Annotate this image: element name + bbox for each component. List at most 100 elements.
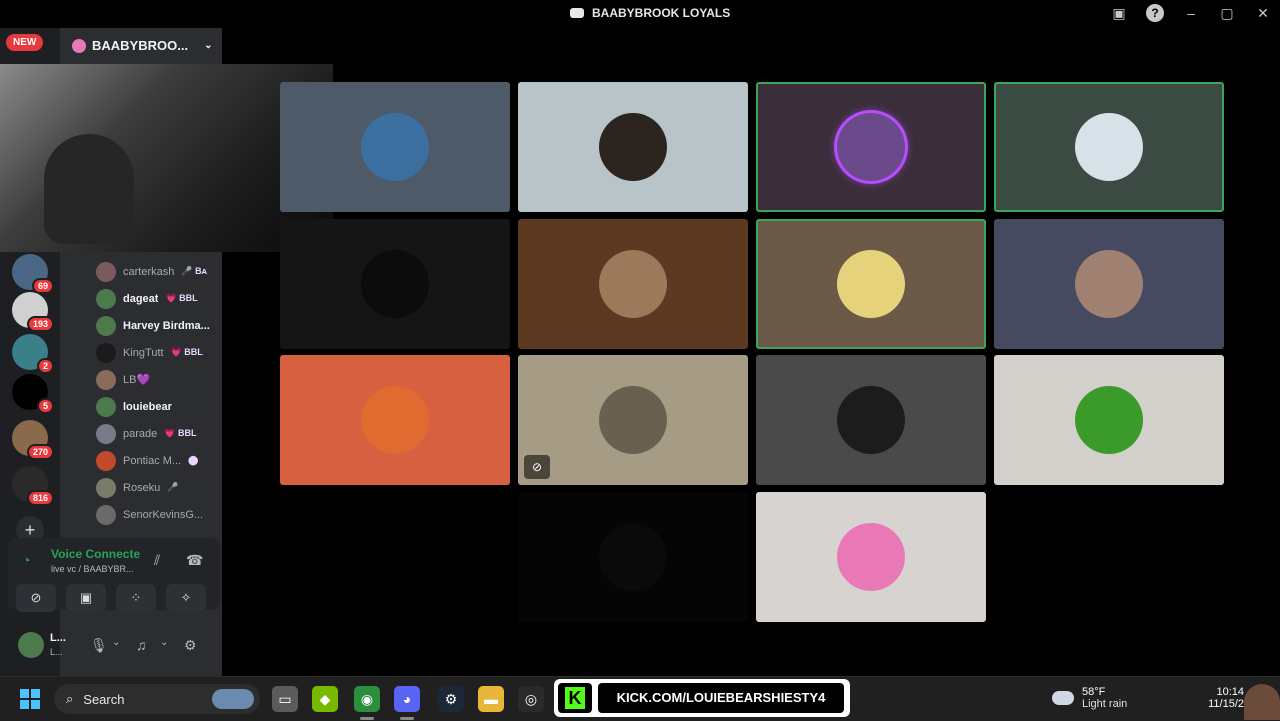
avatar [96, 396, 116, 417]
search-highlight-icon [212, 689, 254, 709]
camera-button[interactable]: ⊘ [16, 584, 56, 612]
participant-tile[interactable] [280, 82, 510, 212]
server-icon[interactable]: 270 [12, 420, 54, 460]
member-tag: ⬤ [188, 455, 199, 465]
avatar [837, 523, 905, 591]
kick-logo-icon: K [558, 683, 592, 713]
avatar [96, 261, 116, 282]
list-item[interactable]: KingTutt 💗 BBL [96, 339, 222, 366]
list-item[interactable]: Pontiac M... ⬤ [96, 447, 222, 474]
gear-icon[interactable]: ⚙ [184, 637, 197, 654]
list-item[interactable]: SenorKevinsG... [96, 501, 222, 528]
avatar [96, 342, 116, 363]
windows-start-icon[interactable] [20, 689, 40, 709]
participant-tile[interactable] [994, 355, 1224, 485]
server-icon[interactable]: 2 [12, 334, 54, 374]
weather-desc: Light rain [1082, 698, 1128, 710]
headphones-icon[interactable]: ♫ [136, 637, 147, 653]
kick-url: KICK.COM/LOUIEBEARSHIESTY4 [598, 683, 844, 713]
clock-date: 11/15/2 [1208, 698, 1244, 710]
taskbar-search[interactable]: ⌕ Search [54, 684, 260, 714]
server-badge: 69 [31, 278, 54, 294]
close-icon[interactable]: ✕ [1254, 5, 1272, 22]
participant-tile[interactable] [518, 492, 748, 622]
member-name: louiebear [123, 400, 172, 413]
list-item[interactable]: carterkash 🎤 Bᴀ [96, 258, 222, 285]
folder-icon[interactable]: ▬ [478, 686, 504, 712]
soundboard-button[interactable]: ✧ [166, 584, 206, 612]
member-tag: 💗 BBL [164, 428, 197, 438]
participant-tile[interactable] [756, 219, 986, 349]
voice-connection-panel: ◔ Voice Connecte live vc / BAABYBR... ⫽ … [8, 538, 220, 612]
discord-icon[interactable]: ◕ [394, 686, 420, 712]
nvidia-icon[interactable]: ◆ [312, 686, 338, 712]
noise-suppression-icon[interactable]: ⫽ [154, 552, 160, 569]
maximize-icon[interactable]: ▢ [1218, 5, 1236, 22]
activities-button[interactable]: ⁘ [116, 584, 156, 612]
user-status: L... [50, 647, 63, 657]
avatar [1075, 113, 1143, 181]
help-icon[interactable]: ? [1146, 4, 1164, 22]
window-title-text: BAABYBROOK LOYALS [592, 6, 731, 20]
screen-share-button[interactable]: ▣ [66, 584, 106, 612]
participant-tile[interactable] [518, 219, 748, 349]
participant-tile[interactable] [994, 82, 1224, 212]
member-name: carterkash [123, 265, 175, 278]
streamer-silhouette [44, 134, 134, 244]
server-icon[interactable]: 816 [12, 466, 54, 506]
kick-banner: K KICK.COM/LOUIEBEARSHIESTY4 [554, 679, 850, 717]
user-name: L... [50, 632, 66, 644]
cloud-rain-icon [1052, 691, 1074, 705]
participant-tile[interactable] [994, 219, 1224, 349]
microphone-icon[interactable]: 🎙 [90, 637, 108, 654]
list-item[interactable]: Roseku 🎤 [96, 474, 222, 501]
list-item[interactable]: dageat 💗 BBL [96, 285, 222, 312]
weather-widget[interactable]: 58°F Light rain [1052, 686, 1127, 710]
server-header[interactable]: BAABYBROO... ⌄ [72, 38, 212, 53]
avatar [1075, 386, 1143, 454]
participant-tile[interactable] [518, 82, 748, 212]
list-item[interactable]: LB💜 [96, 366, 222, 393]
participant-tile[interactable]: ⊘ [518, 355, 748, 485]
member-name: SenorKevinsG... [123, 508, 204, 521]
server-icon [72, 38, 86, 53]
disconnect-icon[interactable]: ☎ [186, 552, 203, 569]
member-tag: 🎤 [167, 482, 179, 492]
participant-tile[interactable] [756, 355, 986, 485]
participant-tile[interactable] [756, 492, 986, 622]
chevron-down-icon[interactable]: ⌄ [112, 637, 120, 648]
voice-channel[interactable]: live vc / BAABYBR... [51, 564, 134, 574]
member-tag: 💗 BBL [165, 293, 198, 303]
server-icon[interactable]: 5 [12, 374, 54, 414]
inbox-icon[interactable]: ▣ [1110, 5, 1128, 22]
avatar [361, 386, 429, 454]
server-badge: 2 [36, 358, 54, 374]
chevron-down-icon[interactable]: ⌄ [160, 637, 168, 648]
avatar [361, 250, 429, 318]
server-icon[interactable]: 193 [12, 292, 54, 332]
avatar[interactable] [18, 632, 44, 658]
list-item[interactable]: parade 💗 BBL [96, 420, 222, 447]
minimize-icon[interactable]: – [1182, 5, 1200, 21]
new-badge[interactable]: NEW [6, 34, 44, 51]
member-tag: 🎤 Bᴀ [181, 266, 207, 276]
participant-tile[interactable] [280, 355, 510, 485]
avatar [837, 113, 905, 181]
streamer-corner-cam [1244, 684, 1280, 720]
file-explorer-icon[interactable]: ▭ [272, 686, 298, 712]
steam-icon[interactable]: ⚙ [438, 686, 464, 712]
chrome-icon[interactable]: ◉ [354, 686, 380, 712]
obs-icon[interactable]: ◎ [518, 686, 544, 712]
server-badge: 816 [26, 490, 54, 506]
list-item[interactable]: Harvey Birdma... [96, 312, 222, 339]
participant-tile[interactable] [280, 219, 510, 349]
participant-tile[interactable] [756, 82, 986, 212]
search-icon: ⌕ [66, 691, 74, 706]
weather-temp: 58°F [1082, 686, 1106, 698]
signal-icon[interactable]: ◔ [22, 552, 30, 568]
server-icon[interactable]: 69 [12, 254, 54, 294]
system-clock[interactable]: 10:14 11/15/2 [1196, 686, 1244, 710]
list-item[interactable]: louiebear [96, 393, 222, 420]
avatar [837, 386, 905, 454]
member-name: KingTutt [123, 346, 164, 359]
